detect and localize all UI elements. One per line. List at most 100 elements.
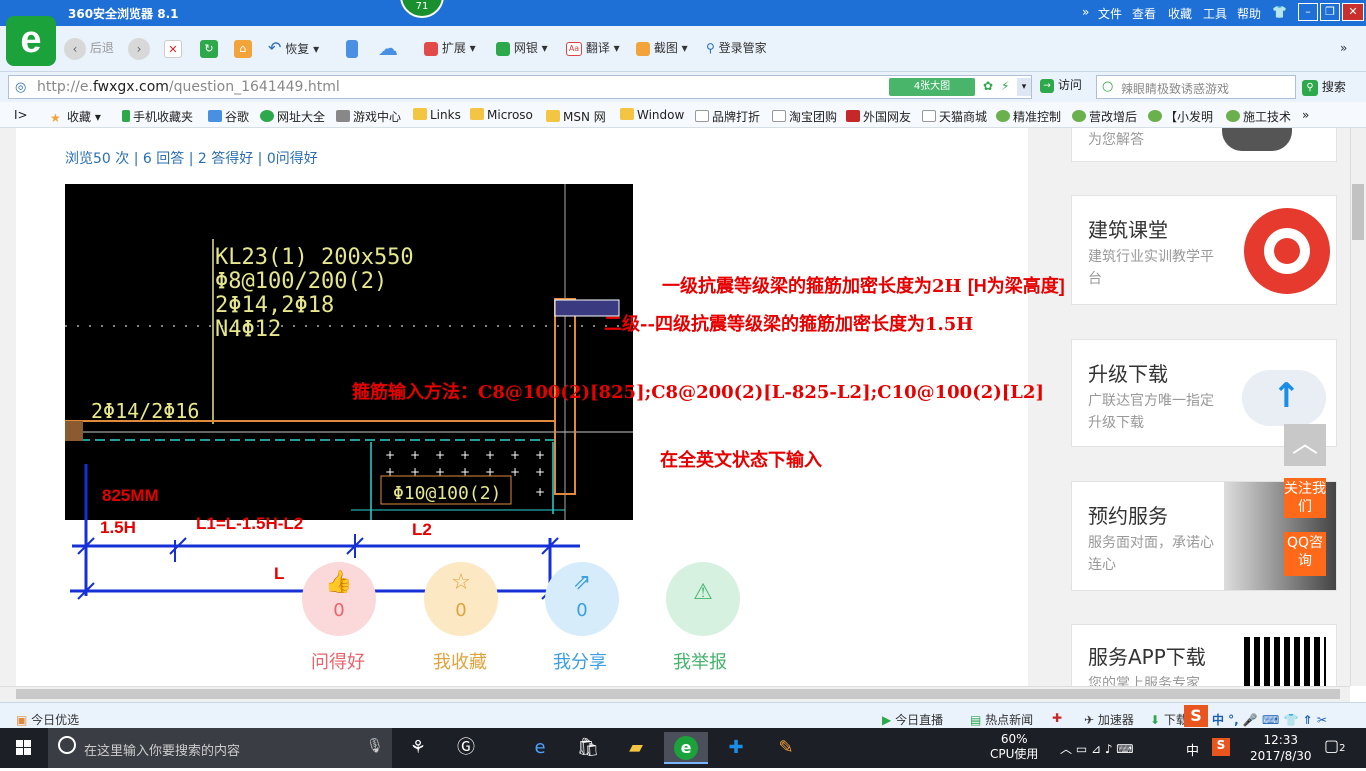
back-icon: ‹ [64,37,86,60]
notes-app-icon[interactable]: ✎ [764,732,808,764]
fav-msn[interactable]: MSN 网 [546,108,606,125]
tray-icons[interactable]: ︿ ▭ ⊿ ♪ ⌨ [1060,740,1134,757]
file-explorer-icon[interactable]: ▰ [614,732,658,764]
sidebar-toggle-icon[interactable]: I> [14,108,28,122]
cpu-usage[interactable]: 60% CPU使用 [990,732,1038,762]
status-shield-icon[interactable]: ✚ [1052,711,1062,725]
status-news[interactable]: ▤ 热点新闻 [970,711,1033,728]
qq-consult-button[interactable]: QQ咨询 [1284,532,1326,576]
fav-windows[interactable]: Window [620,108,684,122]
fav-taobao[interactable]: 淘宝团购 [772,108,837,125]
task-view-icon[interactable]: ⚘ [396,732,440,764]
fav-microsoft[interactable]: Microso [470,108,533,122]
fav-foreign-users[interactable]: 外国网友 [846,108,911,125]
status-download[interactable]: ⬇ 下载 [1150,711,1188,728]
fav-google[interactable]: 谷歌 [208,108,249,125]
extensions-button[interactable]: 扩展 ▾ [424,36,476,60]
fav-tmall[interactable]: 天猫商城 [922,108,987,125]
sogou-browser-icon[interactable]: Ⓖ [444,732,488,764]
taskbar-search-input[interactable]: 在这里输入你要搜索的内容 🎙 [48,728,392,768]
ime-indicator[interactable]: 中 [1186,740,1199,759]
share-label[interactable]: 我分享 [530,648,630,674]
fav-links[interactable]: Links [413,108,461,122]
fav-mobile[interactable]: 手机收藏夹 [122,108,193,125]
cloud-icon[interactable]: ☁ [378,36,398,60]
back-to-top-button[interactable]: ︿ [1284,424,1326,466]
report-label[interactable]: 我举报 [650,648,750,674]
menu-help[interactable]: 帮助 [1237,5,1261,22]
good-question-label[interactable]: 问得好 [288,648,388,674]
toolbar-more-icon[interactable]: » [1340,36,1347,60]
screenshot-button[interactable]: 截图 ▾ [636,36,688,60]
report-button[interactable]: ⚠ [666,562,740,636]
menu-tools[interactable]: 工具 [1203,5,1227,22]
netbank-button[interactable]: 网银 ▾ [496,36,548,60]
fav-construction[interactable]: 施工技术 [1226,108,1291,125]
forward-button[interactable]: › [128,36,150,60]
sogou-ime-icon[interactable]: S [1184,705,1208,727]
visit-button[interactable]: → 访问 [1040,76,1082,93]
search-input[interactable]: ○ 辣眼睛极致诱惑游戏 [1096,75,1296,99]
fav-invention[interactable]: 【小发明 [1148,108,1213,125]
speed-icon[interactable]: ✿ [983,79,993,93]
restore-button[interactable]: ↶ 恢复 ▾ [268,36,319,60]
vertical-scrollbar-thumb[interactable] [1352,184,1364,240]
notification-center-icon[interactable]: ▢2 [1324,736,1346,755]
thumbs-up-icon: 👍 [325,570,353,595]
fav-brand-discount[interactable]: 品牌打折 [695,108,760,125]
skin-icon[interactable]: 👕 [1272,5,1287,19]
store-icon[interactable]: 🛍 [566,732,610,764]
sidebar-card-classroom[interactable]: 建筑课堂 建筑行业实训教学平台 [1071,195,1337,305]
collect-button[interactable]: ☆ 0 [424,562,498,636]
menu-file[interactable]: 文件 [1098,5,1122,22]
fav-collect[interactable]: ★ 收藏 ▾ [50,108,101,125]
fav-url-daquan[interactable]: 网址大全 [260,108,325,125]
windows-start-button[interactable] [0,728,48,768]
status-live[interactable]: ▶ 今日直播 [882,711,943,728]
url-dropdown-icon[interactable]: ▾ [1017,78,1031,96]
address-bar[interactable]: ◎ http://e.fwxgx.com/question_1641449.ht… [8,75,1032,99]
status-accelerator[interactable]: ✈ 加速器 [1084,711,1134,728]
collect-label[interactable]: 我收藏 [410,648,510,674]
clock[interactable]: 12:33 2017/8/30 [1250,732,1312,764]
sidebar-card-answer[interactable]: 为您解答 [1071,128,1337,162]
refresh-button[interactable]: ↻ [200,36,218,60]
notification-badge[interactable]: 71 [400,0,444,18]
maximize-button[interactable]: ❐ [1320,3,1340,21]
today-picks[interactable]: ▣ 今日优选 [16,711,79,728]
big-image-button[interactable]: 4张大图 [889,78,975,96]
follow-us-button[interactable]: 关注我们 [1284,478,1326,518]
sogou-tray-icon[interactable]: S [1212,738,1230,756]
close-button[interactable]: ✕ [1342,3,1364,21]
back-button[interactable]: ‹ 后退 [64,36,114,60]
share-button[interactable]: ⇗ 0 [545,562,619,636]
search-button[interactable]: ⚲ 搜索 [1302,78,1346,96]
undo-icon: ↶ [268,38,282,57]
home-button[interactable]: ⌂ [234,36,252,60]
good-question-button[interactable]: 👍 0 [302,562,376,636]
lightning-icon[interactable]: ⚡ [1001,79,1009,93]
menu-overflow-icon[interactable]: » [1082,5,1089,19]
page-viewport: 浏览50 次 | 6 回答 | 2 答得好 | 0问得好 + + + + + + + + + +… [0,128,1350,686]
url-text[interactable]: http://e.fwxgx.com/question_1641449.html [37,79,340,95]
ime-toolbar[interactable]: 中 °, 🎤 ⌨ 👕 ⇑ ✂ [1212,711,1327,728]
password-manager-button[interactable]: ⚲ 登录管家 [706,36,767,60]
sidebar-card-app[interactable]: 服务APP下载 您的掌上服务专家 [1071,624,1337,686]
stop-button[interactable]: ✕ [164,36,182,60]
minimize-button[interactable]: – [1298,3,1318,21]
app-plus-icon[interactable]: ✚ [714,732,758,764]
menu-view[interactable]: 查看 [1132,5,1156,22]
horizontal-scrollbar-thumb[interactable] [16,689,1340,699]
fav-precise-control[interactable]: 精准控制 [996,108,1061,125]
menu-favorites[interactable]: 收藏 [1168,5,1192,22]
microphone-icon[interactable]: 🎙 [366,738,384,754]
translate-button[interactable]: Aa 翻译 ▾ [566,36,620,60]
fav-overflow-icon[interactable]: » [1302,108,1309,122]
edge-icon[interactable]: e [518,732,562,764]
360-browser-logo[interactable]: e [6,16,56,66]
phone-icon[interactable] [346,36,358,60]
taskbar: 在这里输入你要搜索的内容 🎙 ⚘ Ⓖ e 🛍 ▰ e ✚ ✎ 60% CPU使用 … [0,728,1366,768]
360-browser-task-icon[interactable]: e [664,732,708,764]
fav-games[interactable]: 游戏中心 [336,108,401,125]
fav-vat-reform[interactable]: 营改增后 [1072,108,1137,125]
